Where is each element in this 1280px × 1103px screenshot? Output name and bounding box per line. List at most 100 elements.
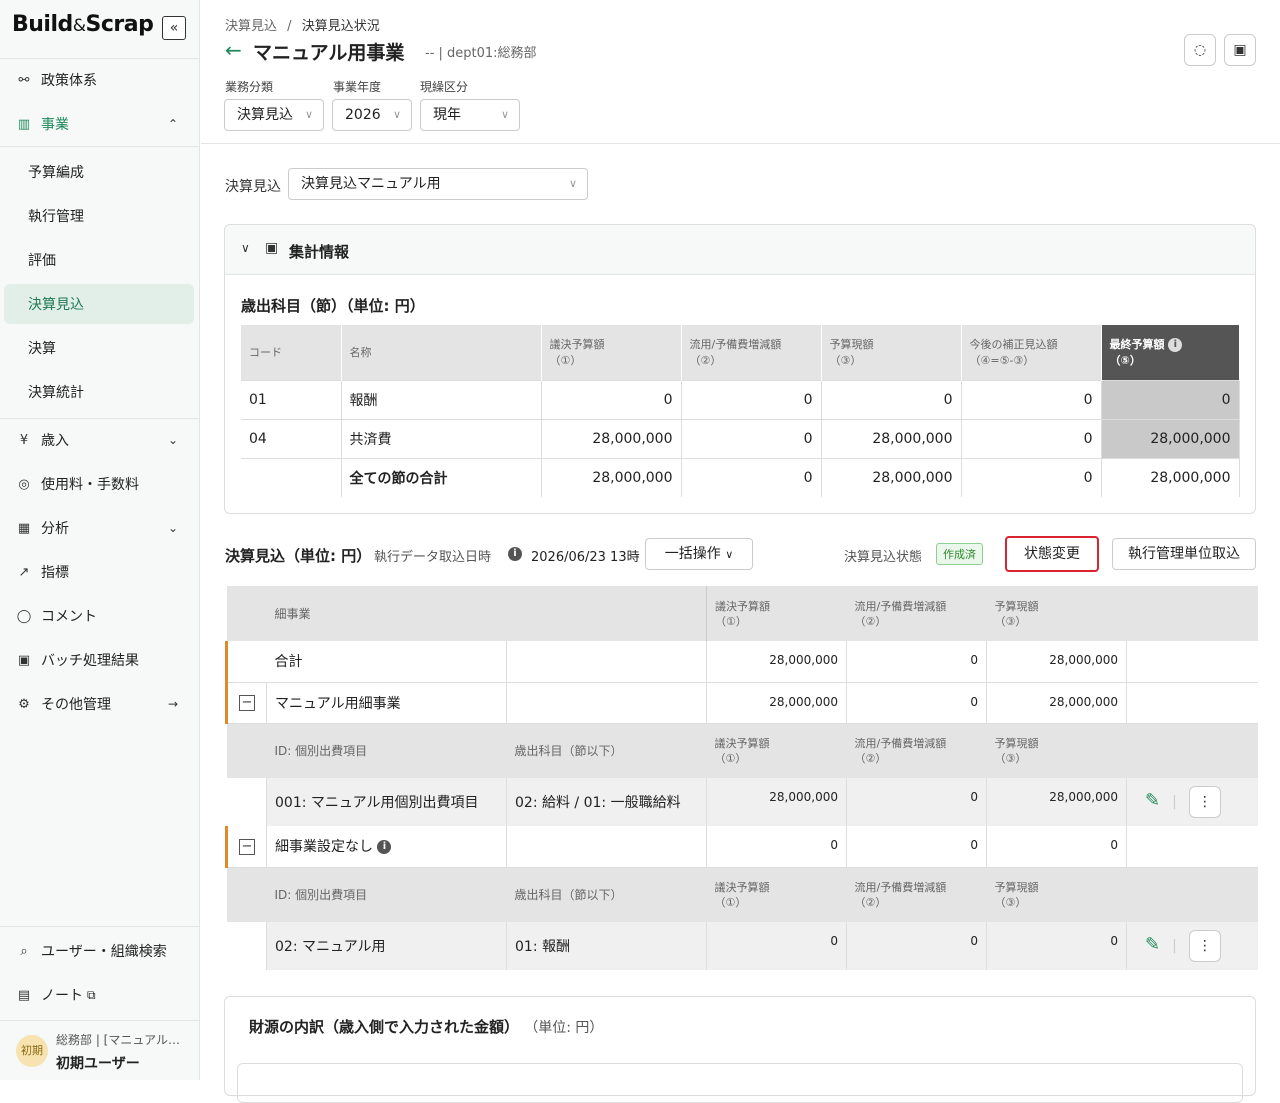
sub-nav-budget-formation[interactable]: 予算編成 [4, 152, 194, 192]
col-header: 予算現額 （③） [986, 586, 1127, 641]
col-header: 議決予算額 （①） [541, 325, 682, 380]
status-badge: 作成済 [936, 543, 983, 565]
import-datetime: 2026/06/23 13時 [531, 550, 640, 565]
summary-header[interactable]: ∨ ▣ 集計情報 [225, 225, 1255, 275]
user-org: 総務部 | [マニュアル… [56, 1033, 180, 1047]
col-header: コード [241, 325, 342, 380]
edit-pencil-icon[interactable]: ✎ [1145, 934, 1160, 955]
collapse-sidebar-button[interactable]: « [162, 16, 186, 40]
sub-nav-settlement[interactable]: 決算 [4, 328, 194, 368]
summary-card: ∨ ▣ 集計情報 歳出科目（節）（単位: 円） コード 名称 議決予算額 （①） … [224, 224, 1256, 514]
nav-label: バッチ処理結果 [41, 653, 139, 669]
carryover-select[interactable]: 現年 ∨ [420, 99, 520, 131]
page-subtitle: -- | dept01:総務部 [425, 46, 537, 61]
table-row: 001: マニュアル用個別出費項目 02: 給料 / 01: 一般職給料 28,… [226, 778, 1258, 826]
more-options-button[interactable]: ⋮ [1188, 786, 1221, 818]
nav-label: ノート [41, 988, 83, 1004]
summary-title: 集計情報 [289, 243, 350, 261]
chevron-down-icon: ∨ [568, 177, 577, 190]
business-category-select[interactable]: 決算見込 ∨ [224, 99, 324, 131]
bulk-action-button[interactable]: 一括操作 ∨ [645, 538, 753, 570]
select-value: 決算見込マニュアル用 [301, 176, 441, 192]
breadcrumb-sep: / [287, 19, 292, 34]
nav-comments[interactable]: ◯ コメント [0, 596, 200, 636]
nav-label: 歳入 [41, 433, 69, 449]
collapse-row-button[interactable]: − [239, 695, 255, 711]
sub-nav-evaluation[interactable]: 評価 [4, 240, 194, 280]
nav-project[interactable]: ▥ 事業 ⌃ [0, 104, 200, 144]
nav-policy[interactable]: ⚯ 政策体系 [0, 60, 200, 100]
info-icon[interactable]: i [377, 840, 392, 855]
status-change-button[interactable]: 状態変更 [1005, 536, 1099, 572]
calculator-icon: ▣ [265, 240, 279, 256]
fiscal-year-select[interactable]: 2026 ∨ [332, 99, 412, 131]
user-profile[interactable]: 初期 総務部 | [マニュアル… 初期ユーザー [0, 1020, 200, 1080]
edit-pencil-icon[interactable]: ✎ [1145, 790, 1160, 811]
nav-label: 政策体系 [41, 73, 97, 89]
expenditure-table: コード 名称 議決予算額 （①） 流用/予備費増減額 （②） 予算現額 （③） 今後の… [241, 325, 1240, 497]
chat-button[interactable]: ◌ [1184, 34, 1216, 66]
chevron-down-icon: ∨ [241, 241, 250, 255]
divider [0, 418, 200, 419]
filter-label: 事業年度 [333, 80, 382, 94]
terminal-icon: ▣ [17, 652, 31, 668]
sub-nav-settlement-estimate[interactable]: 決算見込 [4, 284, 194, 324]
breadcrumb-link[interactable]: 決算見込 [225, 19, 277, 34]
col-header: 予算現額 （③） [821, 325, 962, 380]
estimate-select-label: 決算見込 [225, 179, 281, 195]
nav-fees[interactable]: ◎ 使用料・手数料 [0, 464, 200, 504]
back-arrow-icon[interactable]: ← [225, 38, 242, 62]
nav-indicators[interactable]: ↗ 指標 [0, 552, 200, 592]
table-row: − マニュアル用細事業 28,000,000 0 28,000,000 [225, 682, 1258, 724]
info-icon[interactable]: i [1168, 338, 1183, 353]
table-row: 合計 28,000,000 0 28,000,000 [225, 641, 1258, 683]
collapse-row-button[interactable]: − [239, 838, 255, 855]
chat-icon: ◌ [1193, 42, 1207, 58]
filter-label: 現繰区分 [420, 80, 469, 94]
nav-label: ユーザー・組織検索 [41, 944, 167, 960]
col-header: 今後の補正見込額 （④=⑤-③） [961, 325, 1102, 380]
arrow-right-icon: → [167, 697, 178, 711]
chevron-down-icon: ∨ [725, 548, 734, 561]
import-execution-unit-button[interactable]: 執行管理単位取込 [1112, 538, 1256, 570]
sidebar: Build&Scrap « ⚯ 政策体系 ▥ 事業 ⌃ 予算編成 執行管理 評価 決算… [0, 0, 200, 1080]
divider [0, 146, 200, 147]
app-logo[interactable]: Build&Scrap [12, 12, 154, 37]
divider [0, 926, 200, 927]
table-row: − 細事業設定なし i 0 0 0 [225, 826, 1258, 868]
col-header: 細事業 [266, 586, 507, 641]
calendar-button[interactable]: ▣ [1224, 34, 1256, 66]
info-icon[interactable]: i [508, 547, 522, 561]
nav-user-search[interactable]: ⌕ ユーザー・組織検索 [0, 931, 200, 971]
nav-label: 指標 [41, 565, 69, 581]
hierarchy-icon: ⚯ [18, 72, 30, 88]
sub-nav-settlement-stats[interactable]: 決算統計 [4, 372, 194, 412]
nav-batch-results[interactable]: ▣ バッチ処理結果 [0, 640, 200, 680]
nav-other-management[interactable]: ⚙ その他管理 → [0, 684, 200, 724]
coin-hand-icon: ◎ [18, 476, 30, 492]
divider [201, 143, 1280, 144]
section-title: 歳出科目（節）（単位: 円） [241, 297, 425, 315]
nav-label: 事業 [41, 117, 69, 133]
col-header: 議決予算額 （①） [706, 586, 847, 641]
divider: | [1172, 794, 1177, 810]
trend-icon: ↗ [18, 564, 30, 580]
chevron-down-icon: ∨ [500, 108, 509, 121]
nav-notes[interactable]: ▤ ノート ⧉ [0, 975, 200, 1015]
nav-label: コメント [41, 609, 97, 625]
import-label: 執行データ取込日時 [374, 550, 492, 565]
estimate-title: 決算見込（単位: 円） [225, 547, 372, 565]
select-value: 2026 [345, 107, 381, 123]
nav-revenue[interactable]: ¥ 歳入 ⌄ [0, 420, 200, 460]
col-header: 流用/予備費増減額 （②） [846, 586, 987, 641]
sub-nav-execution[interactable]: 執行管理 [4, 196, 194, 236]
nav-label: 使用料・手数料 [41, 477, 139, 493]
gear-icon: ⚙ [18, 696, 30, 712]
estimate-select[interactable]: 決算見込マニュアル用 ∨ [288, 168, 588, 200]
more-options-button[interactable]: ⋮ [1188, 930, 1221, 962]
filter-label: 業務分類 [225, 80, 274, 94]
estimate-table: 細事業 議決予算額 （①） 流用/予備費増減額 （②） 予算現額 （③） 合計 28,… [225, 586, 1258, 970]
nav-analysis[interactable]: ▦ 分析 ⌄ [0, 508, 200, 548]
col-header-final: 最終予算額 i （⑤） [1101, 325, 1240, 380]
external-link-icon: ⧉ [87, 987, 96, 1002]
